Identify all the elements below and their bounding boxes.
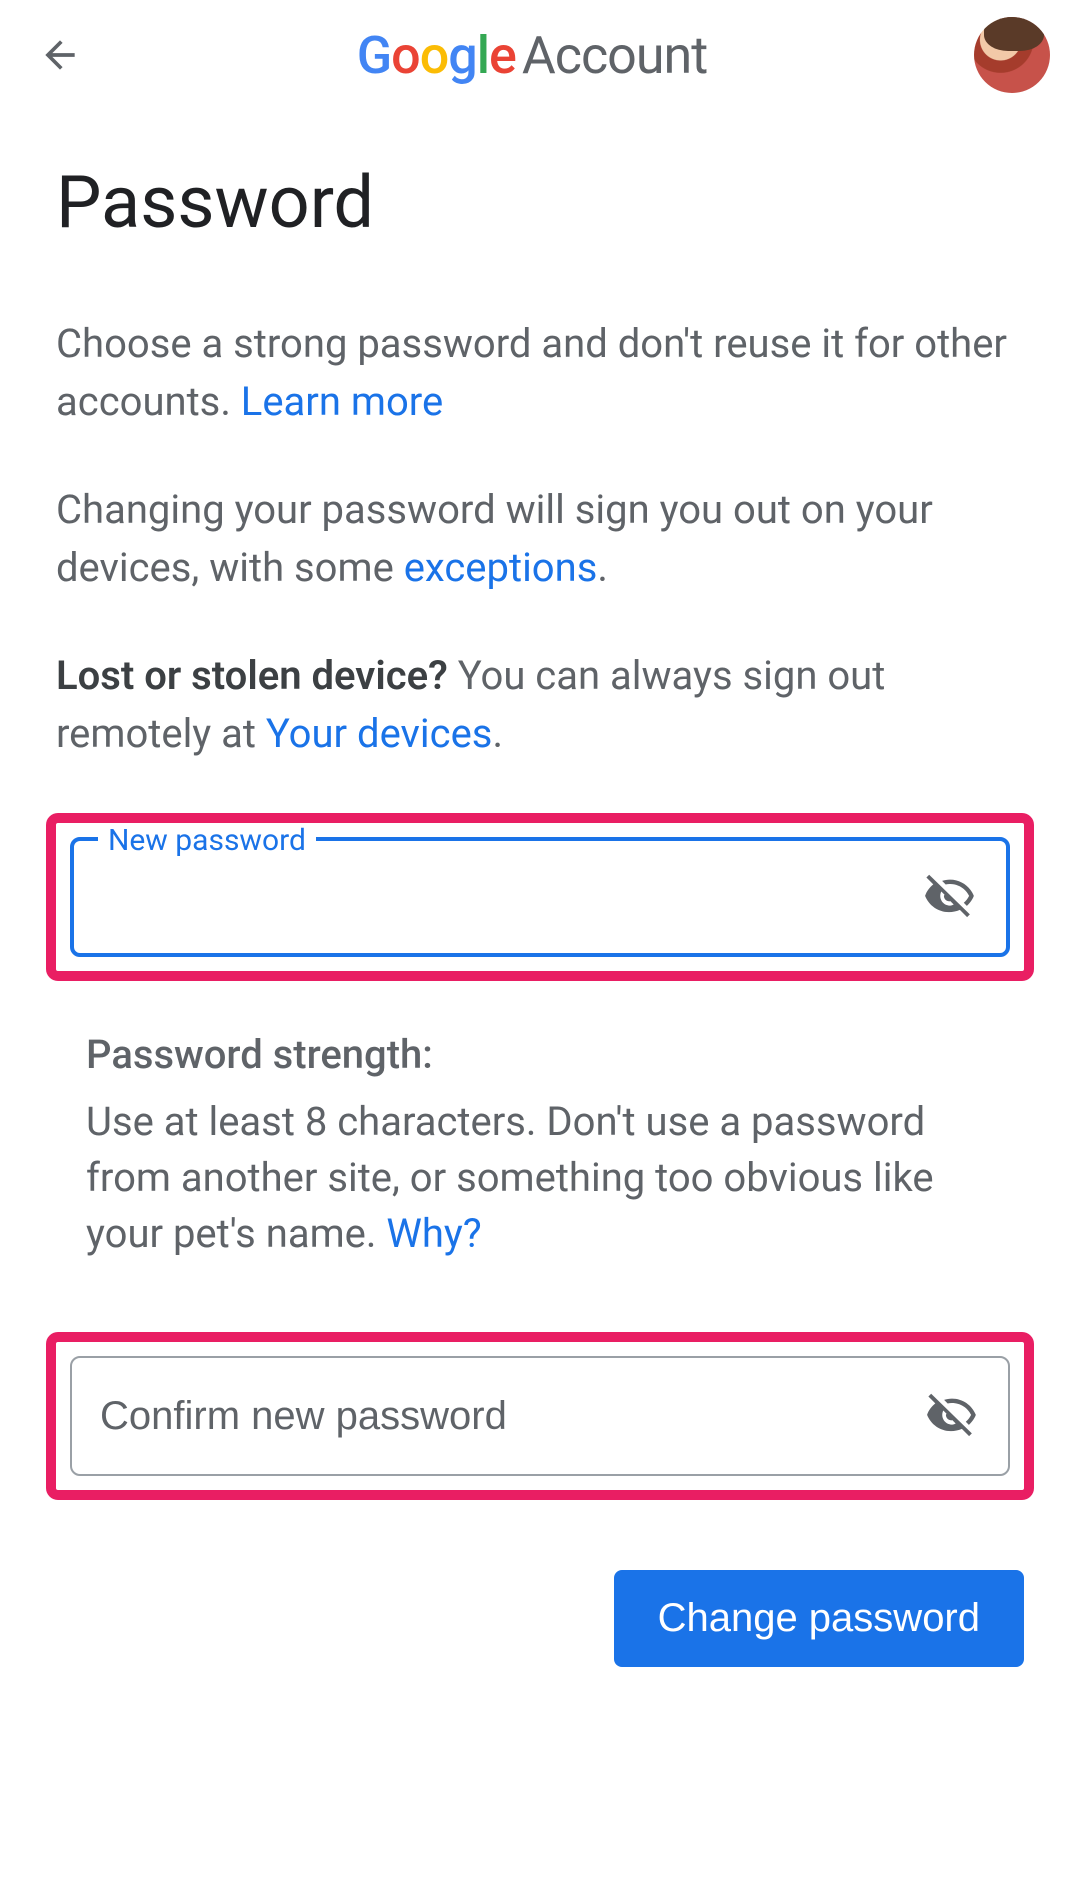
description-primary: Choose a strong password and don't reuse… — [56, 315, 1024, 431]
new-password-label: New password — [98, 823, 316, 858]
logo-letter: e — [489, 25, 516, 86]
confirm-password-input[interactable] — [100, 1394, 924, 1439]
strength-text: Use at least 8 characters. Don't use a p… — [86, 1098, 934, 1257]
page-title: Password — [56, 160, 1024, 245]
desc-text: . — [492, 710, 503, 757]
app-header: GoogleAccount — [0, 0, 1080, 110]
new-password-input[interactable] — [102, 875, 922, 920]
logo-letter: o — [391, 25, 420, 86]
learn-more-link[interactable]: Learn more — [241, 378, 443, 425]
confirm-password-field-box — [70, 1356, 1010, 1476]
desc-text: Choose a strong password and don't reuse… — [56, 320, 1007, 425]
new-password-highlight: New password — [46, 813, 1034, 981]
change-password-button[interactable]: Change password — [614, 1570, 1024, 1667]
description-lost-device: Lost or stolen device? You can always si… — [56, 647, 1024, 763]
eye-off-icon — [926, 1390, 978, 1442]
your-devices-link[interactable]: Your devices — [266, 710, 493, 757]
eye-off-icon — [924, 871, 976, 923]
main-content: Password Choose a strong password and do… — [0, 110, 1080, 1667]
logo-account-text: Account — [522, 25, 707, 86]
logo-letter: g — [448, 25, 476, 86]
toggle-password-visibility-button[interactable] — [922, 869, 978, 925]
logo-letter: l — [477, 25, 489, 86]
confirm-password-highlight — [46, 1332, 1034, 1500]
why-link[interactable]: Why? — [386, 1210, 481, 1257]
password-strength-section: Password strength: Use at least 8 charac… — [56, 1021, 1024, 1302]
logo-letter: G — [357, 25, 391, 86]
description-signout: Changing your password will sign you out… — [56, 481, 1024, 597]
action-row: Change password — [56, 1540, 1024, 1667]
password-strength-title: Password strength: — [86, 1031, 994, 1078]
password-strength-body: Use at least 8 characters. Don't use a p… — [86, 1094, 994, 1262]
desc-text: . — [597, 544, 608, 591]
desc-bold: Lost or stolen device? — [56, 652, 458, 699]
header-title: GoogleAccount — [90, 25, 974, 86]
back-button[interactable] — [30, 25, 90, 85]
logo-letter: o — [420, 25, 449, 86]
arrow-left-icon — [38, 33, 82, 77]
new-password-field-box: New password — [70, 837, 1010, 957]
exceptions-link[interactable]: exceptions — [404, 544, 598, 591]
toggle-confirm-visibility-button[interactable] — [924, 1388, 980, 1444]
avatar[interactable] — [974, 17, 1050, 93]
